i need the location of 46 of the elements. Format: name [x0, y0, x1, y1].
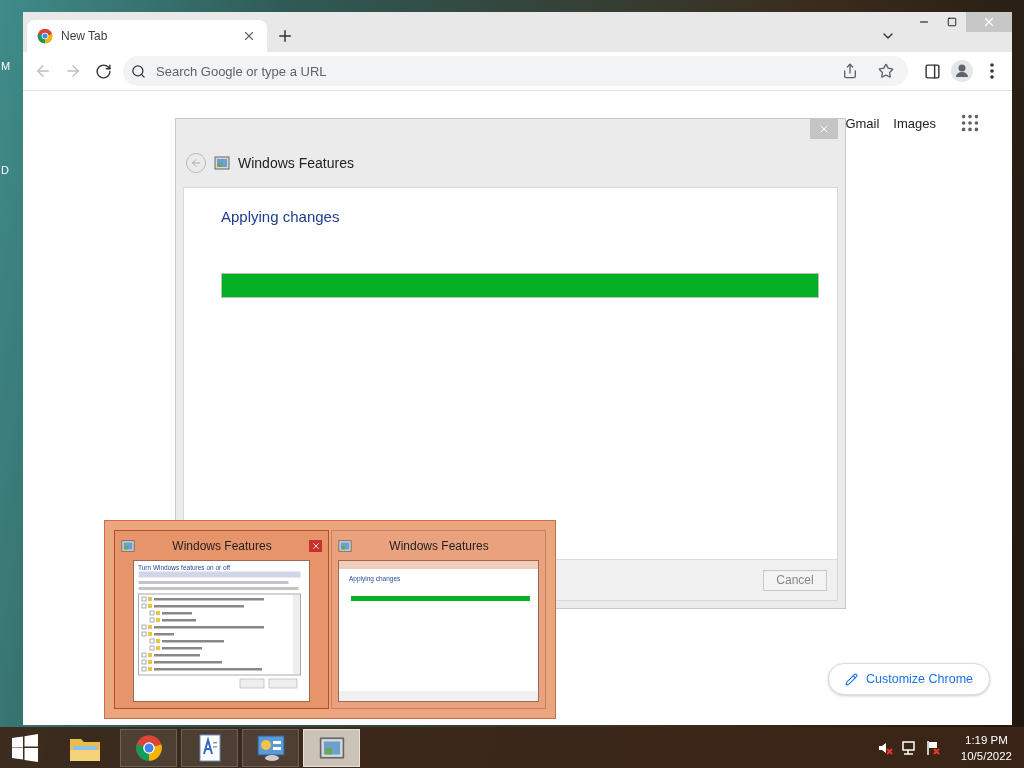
clock[interactable]: 1:19 PM 10/5/2022 [960, 731, 1012, 764]
chrome-icon [134, 733, 163, 762]
network-icon[interactable] [900, 739, 917, 756]
maximize-icon [947, 17, 957, 27]
pencil-icon [845, 672, 858, 686]
arrow-left-icon [190, 157, 202, 169]
avatar-icon [951, 60, 973, 82]
clock-date: 10/5/2022 [960, 748, 1012, 764]
header-link[interactable]: Images [893, 115, 936, 131]
close-icon [310, 541, 321, 551]
share-icon [842, 63, 858, 79]
tab-title: New Tab [61, 29, 109, 43]
star-icon [878, 63, 894, 79]
plus-icon [276, 27, 294, 45]
address-bar[interactable]: Search Google or type a URL [123, 56, 908, 86]
control-panel-icon [255, 733, 286, 762]
preview-title: Windows Features [171, 539, 273, 553]
customize-chrome-button[interactable]: Customize Chrome [828, 663, 990, 695]
close-icon [982, 15, 996, 29]
profile-button[interactable] [948, 57, 976, 85]
chrome-icon [37, 28, 53, 44]
flag-icon[interactable] [924, 739, 941, 756]
browser-tab[interactable]: New Tab [27, 20, 267, 52]
dialog-title: Windows Features [238, 155, 354, 171]
status-heading: Applying changes [221, 208, 341, 225]
grid-icon [959, 112, 981, 134]
address-input[interactable]: Search Google or type a URL [154, 62, 828, 80]
features-icon [338, 539, 352, 553]
clock-time: 1:19 PM [965, 732, 1008, 748]
preview-title: Windows Features [388, 539, 490, 553]
close-icon [818, 123, 830, 135]
features-icon [121, 539, 135, 553]
close-icon [242, 29, 256, 43]
desktop-icon-label[interactable]: D [1, 164, 9, 176]
desktop-icon-label[interactable]: M [1, 60, 11, 72]
header-link[interactable]: Gmail [845, 115, 880, 131]
document-icon [197, 733, 222, 762]
arrow-right-icon [64, 62, 82, 80]
taskbar-app[interactable] [303, 728, 360, 767]
side-panel-icon [923, 62, 941, 80]
more-icon [990, 63, 994, 79]
features-icon [318, 734, 345, 761]
close-button[interactable] [309, 540, 322, 552]
search-icon [131, 63, 146, 79]
reload-icon [94, 62, 112, 80]
features-icon [214, 155, 230, 171]
